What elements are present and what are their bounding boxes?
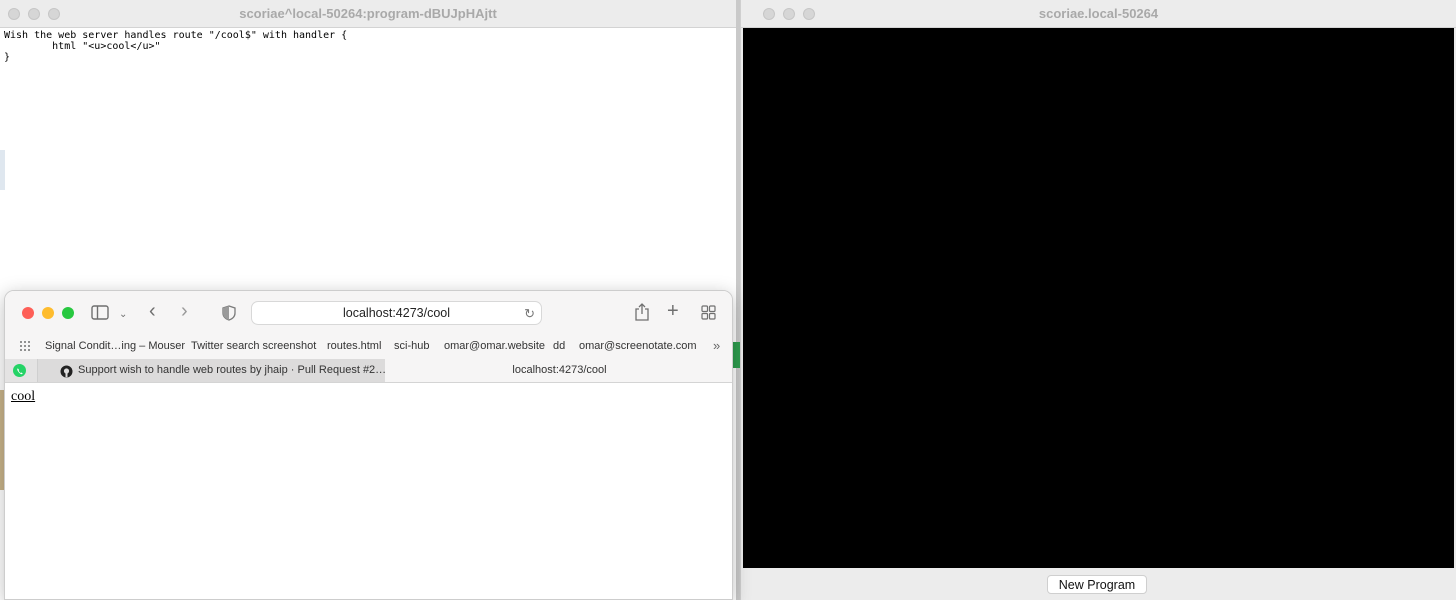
more-chevron-icon[interactable]: » <box>713 338 720 353</box>
chevron-down-icon[interactable]: ⌄ <box>119 307 127 323</box>
editor-titlebar: scoriae^local-50264:program-dBUJpHAjtt <box>0 0 736 28</box>
sidebar-icon[interactable] <box>91 305 109 324</box>
bookmark-item[interactable]: omar@screenotate.com <box>579 340 697 352</box>
back-icon[interactable]: ‹ <box>149 301 156 321</box>
page-content-text: cool <box>11 389 36 404</box>
bookmark-item[interactable]: Signal Condit…ing – Mouser <box>45 340 185 352</box>
program-window: scoriae.local-50264 New Program <box>740 0 1456 600</box>
zoom-button[interactable] <box>62 307 74 319</box>
browser-window: ⌄ ‹ › localhost:4273/cool ↻ + Signal Con… <box>4 290 733 600</box>
tab-label: Support wish to handle web routes by jha… <box>78 364 387 376</box>
pinned-tab[interactable] <box>5 359 37 382</box>
tab-overview-icon[interactable] <box>701 305 716 324</box>
tab-localhost[interactable]: localhost:4273/cool <box>385 359 732 382</box>
share-icon[interactable] <box>635 303 649 325</box>
bookmark-item[interactable]: Twitter search screenshot <box>191 340 316 352</box>
github-icon <box>60 364 73 378</box>
bookmarks-bar: Signal Condit…ing – Mouser Twitter searc… <box>5 335 732 360</box>
grid-icon[interactable] <box>19 340 31 357</box>
program-title: scoriae.local-50264 <box>1038 6 1159 21</box>
new-tab-icon[interactable]: + <box>667 301 679 321</box>
background-window-edge <box>733 342 740 368</box>
browser-toolbar: ⌄ ‹ › localhost:4273/cool ↻ + <box>5 291 732 335</box>
whatsapp-icon <box>13 364 26 377</box>
new-program-button[interactable]: New Program <box>1047 575 1147 594</box>
tab-pull-request[interactable]: Support wish to handle web routes by jha… <box>37 359 387 382</box>
tab-label: localhost:4273/cool <box>512 364 607 376</box>
close-button[interactable] <box>22 307 34 319</box>
program-canvas[interactable] <box>743 28 1454 568</box>
reload-icon[interactable]: ↻ <box>524 306 535 322</box>
bookmark-item[interactable]: sci-hub <box>394 340 429 352</box>
minimize-button[interactable] <box>42 307 54 319</box>
address-bar[interactable]: localhost:4273/cool ↻ <box>251 301 542 325</box>
bookmark-item[interactable]: routes.html <box>327 340 381 352</box>
tab-bar: Support wish to handle web routes by jha… <box>5 359 732 383</box>
background-window-edge <box>0 150 5 190</box>
window-controls <box>22 307 82 319</box>
editor-title: scoriae^local-50264:program-dBUJpHAjtt <box>239 6 497 21</box>
bookmark-item[interactable]: omar@omar.website <box>444 340 545 352</box>
forward-icon[interactable]: › <box>181 301 188 321</box>
program-titlebar: scoriae.local-50264 <box>741 0 1456 28</box>
shield-icon[interactable] <box>222 305 236 325</box>
url-text: localhost:4273/cool <box>342 306 451 320</box>
bookmark-item[interactable]: dd <box>553 340 565 352</box>
code-editor[interactable]: Wish the web server handles route "/cool… <box>4 30 347 63</box>
